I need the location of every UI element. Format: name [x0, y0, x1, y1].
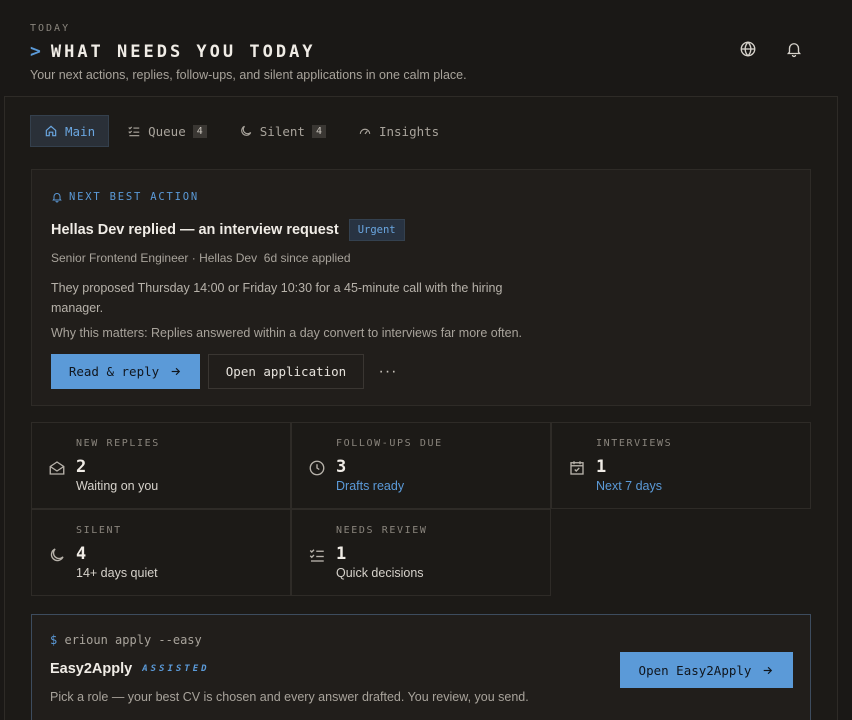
easy2apply-name: Easy2Apply: [50, 661, 133, 677]
bell-icon: [52, 193, 62, 203]
tab-main-label: Main: [65, 123, 96, 139]
tab-main[interactable]: Main: [30, 115, 110, 147]
stat-sub: Quick decisions: [336, 566, 424, 580]
tab-silent[interactable]: Silent 4: [225, 115, 340, 147]
next-action-title: Hellas Dev replied — an interview reques…: [51, 219, 405, 241]
stat-value: 2: [76, 457, 87, 477]
bell-icon[interactable]: [783, 38, 805, 60]
easy2apply-card: $ erioun apply --easy Easy2Apply ASSISTE…: [31, 614, 811, 720]
tab-silent-count: 4: [311, 124, 326, 138]
stat-new-replies[interactable]: NEW REPLIES 2 Waiting on you: [31, 422, 291, 509]
next-action-title-text: Hellas Dev replied — an interview reques…: [51, 222, 339, 238]
page-title: > WHAT NEEDS YOU TODAY: [30, 41, 316, 63]
stat-value: 3: [336, 457, 347, 477]
next-action-eyebrow: NEXT BEST ACTION: [51, 191, 199, 203]
stat-sub: Waiting on you: [76, 479, 159, 493]
mail-open-icon: [49, 461, 65, 475]
stat-sub-link[interactable]: Drafts ready: [336, 479, 404, 493]
prompt-symbol: $: [50, 633, 58, 647]
stat-sub: 14+ days quiet: [76, 566, 158, 580]
arrow-right-icon: [764, 666, 773, 674]
list-check-icon: [309, 549, 324, 562]
read-reply-button[interactable]: Read & reply: [51, 354, 200, 389]
easy2apply-title: Easy2Apply ASSISTED: [50, 661, 210, 677]
next-action-why: Why this matters: Replies answered withi…: [51, 326, 523, 340]
urgent-badge: Urgent: [348, 219, 405, 241]
moon-icon: [240, 125, 251, 136]
tab-insights-label: Insights: [378, 123, 440, 139]
clock-icon: [309, 460, 325, 476]
stat-needs-review[interactable]: NEEDS REVIEW 1 Quick decisions: [291, 509, 551, 596]
page-eyebrow: TODAY: [30, 23, 71, 34]
calendar-check-icon: [570, 461, 584, 475]
stat-silent[interactable]: SILENT 4 14+ days quiet: [31, 509, 291, 596]
tab-queue-count: 4: [192, 124, 207, 138]
open-easy2apply-button[interactable]: Open Easy2Apply: [620, 652, 793, 688]
easy2apply-description: Pick a role — your best CV is chosen and…: [50, 690, 529, 704]
stat-interviews[interactable]: INTERVIEWS 1 Next 7 days: [551, 422, 811, 509]
page-subtitle: Your next actions, replies, follow-ups, …: [30, 68, 467, 82]
stat-value: 4: [76, 544, 87, 564]
stat-sub-link[interactable]: Next 7 days: [596, 479, 662, 493]
command-text: erioun apply --easy: [64, 633, 202, 647]
gauge-icon: [359, 128, 371, 135]
stat-label: SILENT: [76, 525, 122, 536]
globe-icon[interactable]: [737, 38, 759, 60]
stat-follow-ups[interactable]: FOLLOW-UPS DUE 3 Drafts ready: [291, 422, 551, 509]
open-application-button[interactable]: Open application: [208, 354, 364, 389]
next-action-description: They proposed Thursday 14:00 or Friday 1…: [51, 281, 503, 315]
easy2apply-command: $ erioun apply --easy: [50, 633, 202, 647]
stat-value: 1: [336, 544, 347, 564]
home-icon: [45, 125, 57, 137]
tab-queue-label: Queue: [148, 123, 186, 139]
stat-label: FOLLOW-UPS DUE: [336, 438, 443, 449]
tab-bar: Main Queue 4 Silent 4 Insights: [30, 115, 453, 147]
stat-label: NEEDS REVIEW: [336, 525, 428, 536]
assisted-tag: ASSISTED: [142, 664, 210, 674]
arrow-right-icon: [171, 367, 181, 376]
stat-value: 1: [596, 457, 607, 477]
open-easy2apply-label: Open Easy2Apply: [638, 662, 752, 678]
stat-label: INTERVIEWS: [596, 438, 673, 449]
more-options-button[interactable]: ···: [375, 354, 401, 389]
read-reply-label: Read & reply: [68, 364, 160, 379]
stats-grid: NEW REPLIES 2 Waiting on you FOLLOW-UPS …: [31, 422, 811, 597]
next-action-eyebrow-text: NEXT BEST ACTION: [69, 191, 199, 203]
prompt-chevron-icon: >: [30, 41, 41, 62]
tab-silent-label: Silent: [259, 123, 305, 139]
list-check-icon: [128, 126, 140, 137]
tab-queue[interactable]: Queue 4: [113, 115, 221, 147]
next-action-card: NEXT BEST ACTION Hellas Dev replied — an…: [31, 169, 811, 406]
moon-icon: [50, 548, 64, 562]
stat-label: NEW REPLIES: [76, 438, 160, 449]
tab-insights[interactable]: Insights: [344, 115, 453, 147]
next-action-meta: Senior Frontend Engineer · Hellas Dev 6d…: [51, 251, 351, 265]
page-title-text: WHAT NEEDS YOU TODAY: [50, 42, 316, 62]
